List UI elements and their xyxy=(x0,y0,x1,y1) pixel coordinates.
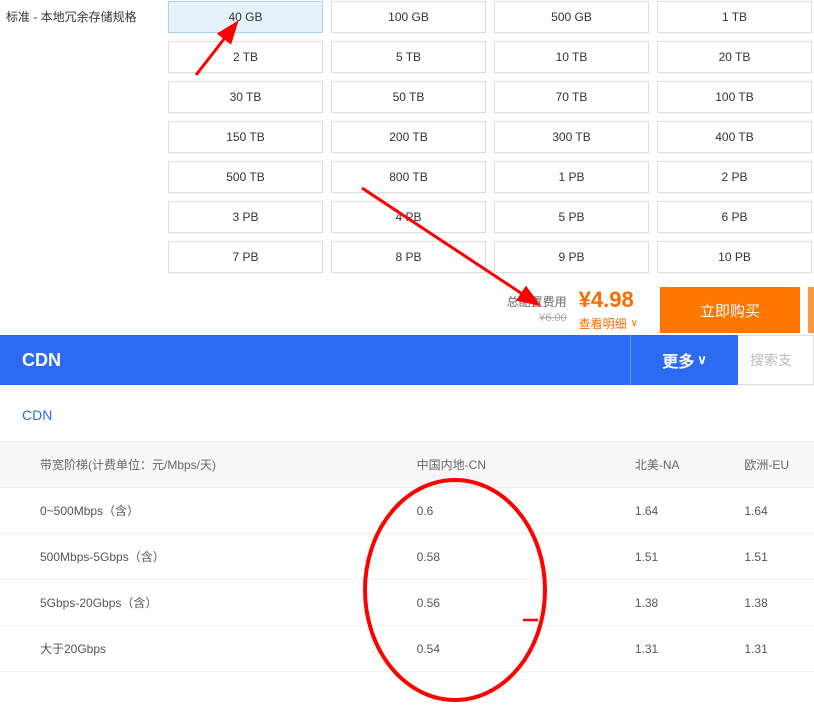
storage-option[interactable]: 70 TB xyxy=(494,81,649,113)
buy-button[interactable]: 立即购买 xyxy=(660,287,800,333)
storage-option[interactable]: 2 PB xyxy=(657,161,812,193)
storage-option[interactable]: 20 TB xyxy=(657,41,812,73)
storage-spec-section: 标准 - 本地冗余存储规格 40 GB100 GB500 GB1 TB2 TB5… xyxy=(0,0,814,273)
storage-option[interactable]: 6 PB xyxy=(657,201,812,233)
more-label: 更多 xyxy=(662,348,694,372)
search-placeholder: 搜索支 xyxy=(750,350,792,370)
table-row: 5Gbps-20Gbps（含）0.561.381.38 xyxy=(0,580,814,626)
table-header-eu: 欧洲-EU xyxy=(704,442,814,488)
storage-spec-label: 标准 - 本地冗余存储规格 xyxy=(2,0,168,273)
price-info: 总配置费用 ¥6.00 ¥4.98 查看明细 ∨ xyxy=(507,289,638,332)
table-cell: 1.64 xyxy=(704,488,814,534)
table-cell: 0.56 xyxy=(377,580,595,626)
table-cell: 5Gbps-20Gbps（含） xyxy=(0,580,377,626)
table-cell: 1.38 xyxy=(704,580,814,626)
table-row: 0~500Mbps（含）0.61.641.64 xyxy=(0,488,814,534)
bandwidth-pricing-table: 带宽阶梯(计费单位：元/Mbps/天) 中国内地-CN 北美-NA 欧洲-EU … xyxy=(0,441,814,672)
table-header-cn: 中国内地-CN xyxy=(377,442,595,488)
price-label-col: 总配置费用 ¥6.00 xyxy=(507,289,567,324)
subnav-item-cdn[interactable]: CDN xyxy=(22,407,52,423)
chevron-down-icon: ∨ xyxy=(631,318,638,329)
storage-option[interactable]: 100 GB xyxy=(331,1,486,33)
storage-option[interactable]: 800 TB xyxy=(331,161,486,193)
storage-option[interactable]: 150 TB xyxy=(168,121,323,153)
storage-option[interactable]: 200 TB xyxy=(331,121,486,153)
table-cell: 1.31 xyxy=(595,626,705,672)
table-cell: 1.38 xyxy=(595,580,705,626)
price-detail-link[interactable]: 查看明细 ∨ xyxy=(579,315,638,332)
table-cell: 大于20Gbps xyxy=(0,626,377,672)
table-cell: 0~500Mbps（含） xyxy=(0,488,377,534)
storage-option[interactable]: 2 TB xyxy=(168,41,323,73)
storage-option[interactable]: 400 TB xyxy=(657,121,812,153)
buy-button-label: 立即购买 xyxy=(700,300,760,321)
storage-option[interactable]: 5 TB xyxy=(331,41,486,73)
storage-option[interactable]: 500 TB xyxy=(168,161,323,193)
table-header-na: 北美-NA xyxy=(595,442,705,488)
table-cell: 1.51 xyxy=(595,534,705,580)
price-original: ¥6.00 xyxy=(539,312,567,324)
storage-option[interactable]: 100 TB xyxy=(657,81,812,113)
table-header-row: 带宽阶梯(计费单位：元/Mbps/天) 中国内地-CN 北美-NA 欧洲-EU xyxy=(0,442,814,488)
table-cell: 0.58 xyxy=(377,534,595,580)
storage-option[interactable]: 8 PB xyxy=(331,241,486,273)
storage-option[interactable]: 1 TB xyxy=(657,1,812,33)
storage-option-grid: 40 GB100 GB500 GB1 TB 2 TB5 TB10 TB20 TB 3… xyxy=(168,0,812,273)
storage-option[interactable]: 7 PB xyxy=(168,241,323,273)
cdn-header: CDN 更多 ∨ 搜索支 xyxy=(0,335,814,385)
table-cell: 1.51 xyxy=(704,534,814,580)
chevron-down-icon: ∨ xyxy=(697,352,707,368)
table-header-tier: 带宽阶梯(计费单位：元/Mbps/天) xyxy=(0,442,377,488)
price-detail-label: 查看明细 xyxy=(579,315,627,332)
storage-option[interactable]: 30 TB xyxy=(168,81,323,113)
cdn-title: CDN xyxy=(22,350,630,371)
table-row: 500Mbps-5Gbps（含）0.581.511.51 xyxy=(0,534,814,580)
storage-option[interactable]: 5 PB xyxy=(494,201,649,233)
storage-option[interactable]: 300 TB xyxy=(494,121,649,153)
table-cell: 1.31 xyxy=(704,626,814,672)
storage-option[interactable]: 3 PB xyxy=(168,201,323,233)
storage-option[interactable]: 500 GB xyxy=(494,1,649,33)
more-dropdown[interactable]: 更多 ∨ xyxy=(630,335,738,385)
table-row: 大于20Gbps0.541.311.31 xyxy=(0,626,814,672)
storage-option[interactable]: 50 TB xyxy=(331,81,486,113)
price-label: 总配置费用 xyxy=(507,293,567,310)
table-cell: 0.54 xyxy=(377,626,595,672)
table-cell: 1.64 xyxy=(595,488,705,534)
secondary-action-strip[interactable] xyxy=(808,287,814,333)
price-bar: 总配置费用 ¥6.00 ¥4.98 查看明细 ∨ 立即购买 xyxy=(0,285,814,335)
price-value: ¥4.98 xyxy=(579,289,634,311)
storage-option[interactable]: 10 TB xyxy=(494,41,649,73)
table-cell: 0.6 xyxy=(377,488,595,534)
storage-option[interactable]: 9 PB xyxy=(494,241,649,273)
storage-option[interactable]: 1 PB xyxy=(494,161,649,193)
storage-option[interactable]: 10 PB xyxy=(657,241,812,273)
storage-option[interactable]: 40 GB xyxy=(168,1,323,33)
price-value-col: ¥4.98 查看明细 ∨ xyxy=(579,289,638,332)
storage-option[interactable]: 4 PB xyxy=(331,201,486,233)
sub-nav: CDN xyxy=(0,385,814,441)
search-input[interactable]: 搜索支 xyxy=(738,335,814,385)
table-cell: 500Mbps-5Gbps（含） xyxy=(0,534,377,580)
